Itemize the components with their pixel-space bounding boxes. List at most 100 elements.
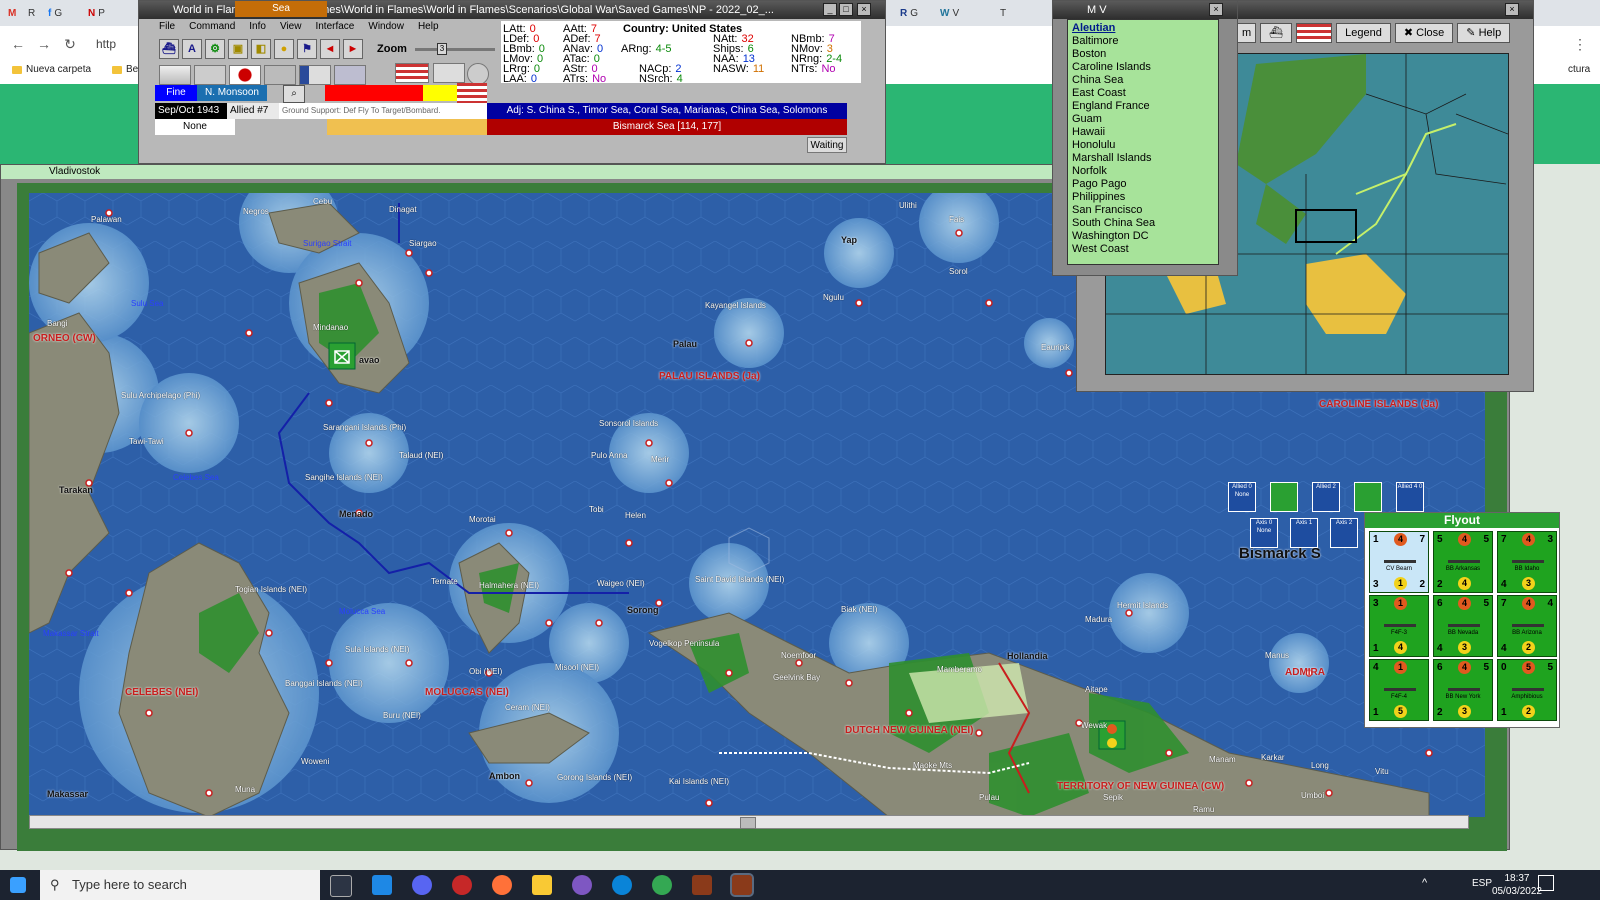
tab-wordpress[interactable]: WV bbox=[940, 4, 959, 22]
flag-icon[interactable] bbox=[264, 65, 296, 85]
list-item[interactable]: Norfolk bbox=[1072, 165, 1214, 178]
list-item[interactable]: Guam bbox=[1072, 113, 1214, 126]
flyout-unit-card[interactable]: 3 1 F4F-3 1 4 bbox=[1369, 595, 1429, 657]
file-explorer-icon[interactable] bbox=[532, 875, 552, 895]
list-item[interactable]: East Coast bbox=[1072, 87, 1214, 100]
tab-gmail[interactable]: M bbox=[8, 4, 16, 22]
tab-p[interactable]: NP bbox=[88, 4, 105, 22]
list-item[interactable]: Aleutian bbox=[1072, 22, 1214, 35]
list-item[interactable]: Baltimore bbox=[1072, 35, 1214, 48]
language-indicator[interactable]: ESP bbox=[1472, 878, 1492, 889]
tray-chevron-icon[interactable]: ^ bbox=[1422, 877, 1427, 889]
windows-start-icon[interactable] bbox=[10, 877, 26, 893]
flyout-unit-card[interactable]: 7 4 4 BB Arizona 4 2 bbox=[1497, 595, 1557, 657]
flyout-unit-card[interactable]: 6 4 5 BB New York 2 3 bbox=[1433, 659, 1493, 721]
task-view-icon[interactable] bbox=[330, 875, 352, 897]
app-icon[interactable] bbox=[572, 875, 592, 895]
list-item[interactable]: England France bbox=[1072, 100, 1214, 113]
list-item[interactable]: South China Sea bbox=[1072, 217, 1214, 230]
flyout-unit-card[interactable]: 6 4 5 BB Nevada 4 3 bbox=[1433, 595, 1493, 657]
ship-button-icon[interactable]: ⛴ bbox=[1260, 23, 1293, 43]
tab-facebook[interactable]: fG bbox=[48, 4, 62, 22]
stack-box-axis[interactable]: Axis 0 None bbox=[1250, 518, 1278, 548]
bookmark-right[interactable]: ctura bbox=[1568, 64, 1590, 75]
minimize-icon[interactable]: _ bbox=[823, 3, 837, 16]
us-flag-button-icon[interactable] bbox=[1296, 23, 1333, 43]
army-tool-icon[interactable]: A bbox=[182, 39, 202, 59]
bookmark-other[interactable]: Be bbox=[112, 64, 138, 75]
prev-arrow-icon[interactable]: ◄ bbox=[320, 39, 340, 59]
stack-box-unit[interactable] bbox=[1270, 482, 1298, 512]
firefox-icon[interactable] bbox=[492, 875, 512, 895]
close-icon[interactable]: × bbox=[1209, 3, 1223, 16]
menu-interface[interactable]: Interface bbox=[315, 21, 354, 35]
flag-icon[interactable] bbox=[299, 65, 331, 85]
japan-flag-icon[interactable] bbox=[229, 65, 261, 85]
flag-tool-icon[interactable]: ⚑ bbox=[297, 39, 317, 59]
map-horizontal-scrollbar[interactable] bbox=[29, 815, 1469, 829]
unit-tool-icon[interactable]: ▣ bbox=[228, 39, 248, 59]
magnify-icon[interactable]: ⌕ bbox=[283, 85, 305, 103]
forward-icon[interactable]: → bbox=[36, 36, 52, 52]
discord-icon[interactable] bbox=[412, 875, 432, 895]
flyout-unit-card[interactable]: 7 4 3 BB Idaho 4 3 bbox=[1497, 531, 1557, 593]
list-item[interactable]: Philippines bbox=[1072, 191, 1214, 204]
tab-g[interactable]: RG bbox=[900, 4, 918, 22]
us-flag-icon[interactable] bbox=[395, 63, 429, 83]
stack-box-unit-2[interactable] bbox=[1354, 482, 1382, 512]
flyout-unit-card[interactable]: 1 4 7 CV Bearn 3 1 2 bbox=[1369, 531, 1429, 593]
flag-icon[interactable] bbox=[194, 65, 226, 85]
flyout-unit-card[interactable]: 4 1 F4F-4 1 5 bbox=[1369, 659, 1429, 721]
flag-icon[interactable] bbox=[433, 63, 465, 83]
ship-tool-icon[interactable]: ⛴ bbox=[159, 39, 179, 59]
close-button[interactable]: ✖ Close bbox=[1394, 23, 1454, 43]
bookmark-folder[interactable]: Nueva carpeta bbox=[12, 64, 91, 75]
mail-icon[interactable] bbox=[372, 875, 392, 895]
list-item[interactable]: Pago Pago bbox=[1072, 178, 1214, 191]
list-item[interactable]: Caroline Islands bbox=[1072, 61, 1214, 74]
flag-icon[interactable] bbox=[159, 65, 191, 85]
wif-icon[interactable] bbox=[692, 875, 712, 895]
scrollbar-thumb[interactable] bbox=[740, 817, 756, 829]
menu-file[interactable]: File bbox=[159, 21, 175, 35]
legend-button[interactable]: Legend bbox=[1336, 23, 1391, 43]
chrome-icon[interactable] bbox=[652, 875, 672, 895]
bulb-tool-icon[interactable]: ● bbox=[274, 39, 294, 59]
list-item[interactable]: Marshall Islands bbox=[1072, 152, 1214, 165]
m-button[interactable]: m bbox=[1237, 23, 1257, 43]
list-item[interactable]: West Coast bbox=[1072, 243, 1214, 256]
list-item[interactable]: Hawaii bbox=[1072, 126, 1214, 139]
stack-box-axis-2[interactable]: Axis 1 bbox=[1290, 518, 1318, 548]
stack-box-axis-3[interactable]: Axis 2 bbox=[1330, 518, 1358, 548]
maximize-icon[interactable]: □ bbox=[839, 3, 853, 16]
help-button[interactable]: ✎ Help bbox=[1457, 23, 1511, 43]
close-icon[interactable]: × bbox=[857, 3, 871, 16]
wif-icon-active[interactable] bbox=[730, 873, 754, 897]
location-list[interactable]: Aleutian Baltimore Boston Caroline Islan… bbox=[1067, 19, 1219, 265]
browser-menu-icon[interactable]: ⋮ bbox=[1572, 36, 1588, 52]
list-item[interactable]: China Sea bbox=[1072, 74, 1214, 87]
taskbar-search[interactable]: ⚲ Type here to search bbox=[40, 870, 320, 900]
zoom-slider[interactable] bbox=[415, 48, 495, 51]
back-icon[interactable]: ← bbox=[10, 36, 26, 52]
stack-box-allied-2[interactable]: Allied 2 bbox=[1312, 482, 1340, 512]
clock[interactable]: 18:37 05/03/2022 bbox=[1492, 872, 1542, 898]
menu-window[interactable]: Window bbox=[368, 21, 404, 35]
settings-icon[interactable] bbox=[467, 63, 489, 85]
list-item[interactable]: Boston bbox=[1072, 48, 1214, 61]
reload-icon[interactable]: ↻ bbox=[62, 36, 78, 52]
next-arrow-icon[interactable]: ► bbox=[343, 39, 363, 59]
close-icon[interactable]: × bbox=[1505, 3, 1519, 16]
tab-t[interactable]: T bbox=[1000, 4, 1006, 22]
menu-info[interactable]: Info bbox=[249, 21, 266, 35]
list-item[interactable]: San Francisco bbox=[1072, 204, 1214, 217]
flyout-unit-card[interactable]: 5 4 5 BB Arkansas 2 4 bbox=[1433, 531, 1493, 593]
zoom-slider-knob[interactable]: 3 bbox=[437, 43, 447, 55]
edge-icon[interactable] bbox=[612, 875, 632, 895]
stack-box-allied[interactable]: Allied 0 None bbox=[1228, 482, 1256, 512]
list-item[interactable]: Honolulu bbox=[1072, 139, 1214, 152]
flyout-unit-card[interactable]: 0 5 5 Amphibious 1 2 bbox=[1497, 659, 1557, 721]
app-icon[interactable] bbox=[452, 875, 472, 895]
menu-view[interactable]: View bbox=[280, 21, 302, 35]
filter-tool-icon[interactable]: ◧ bbox=[251, 39, 271, 59]
